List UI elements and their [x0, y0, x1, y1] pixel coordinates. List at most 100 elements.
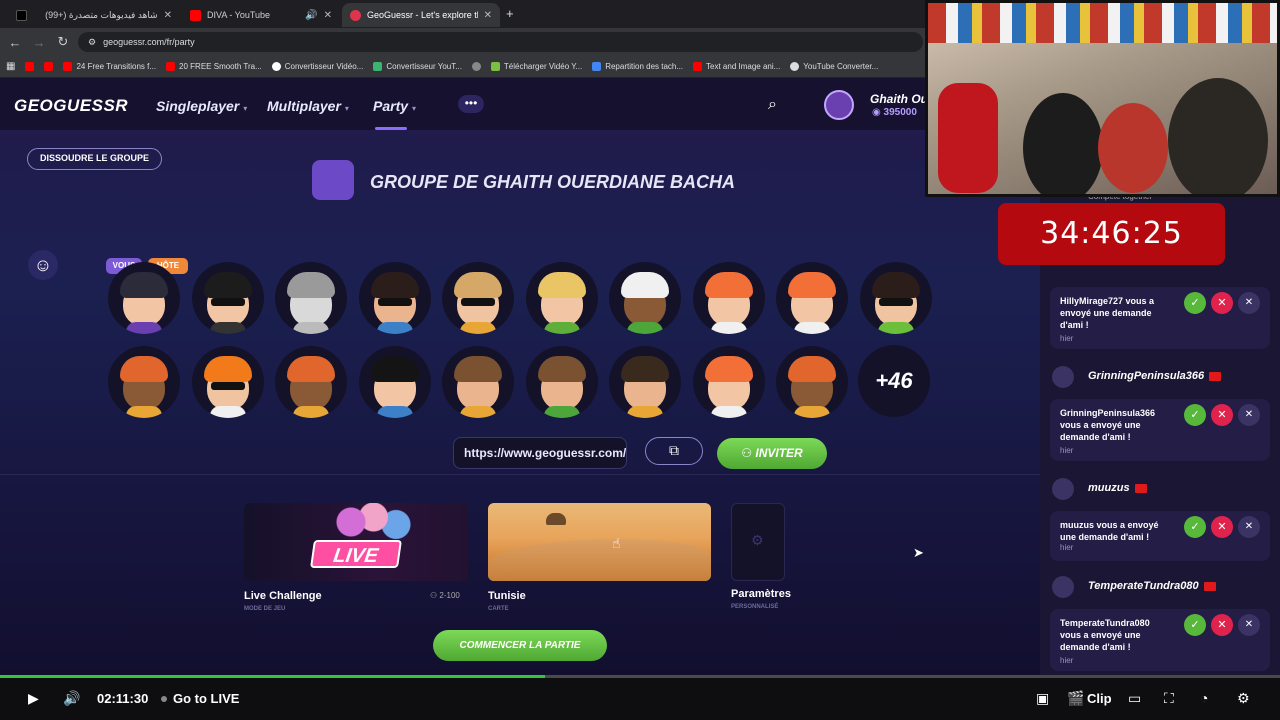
settings-gear-icon[interactable]: ⚙: [1237, 690, 1250, 707]
member-avatar[interactable]: [275, 346, 347, 418]
member-avatar[interactable]: [609, 346, 681, 418]
browser-tab-bar: شاهد فيديوهات متصدرة (+99) ✕ DIVA - YouT…: [0, 0, 925, 28]
avatar-shirt: [209, 406, 246, 418]
member-avatar[interactable]: [609, 262, 681, 334]
url-input[interactable]: ⚙ geoguessr.com/fr/party: [78, 32, 923, 52]
bookmark-label: 24 Free Transitions f...: [76, 62, 157, 71]
volume-icon[interactable]: 🔊: [63, 690, 80, 707]
username[interactable]: Ghaith Ou: [870, 92, 928, 106]
avatar[interactable]: [824, 90, 854, 120]
invite-button[interactable]: ⚇ INVITER: [717, 438, 827, 469]
geoguessr-logo[interactable]: GEOGUESSR: [14, 96, 128, 116]
settings-card[interactable]: ⚙: [731, 503, 785, 581]
bookmark-1[interactable]: [44, 62, 54, 71]
member-avatar[interactable]: [525, 346, 598, 418]
close-icon[interactable]: ✕: [1238, 292, 1260, 314]
bookmark-6[interactable]: [471, 62, 481, 71]
bookmark-8[interactable]: Repartition des tach...: [592, 62, 683, 71]
close-icon[interactable]: ✕: [1238, 404, 1260, 426]
close-icon[interactable]: ✕: [324, 10, 332, 21]
bookmark-7[interactable]: Télécharger Vidéo Y...: [490, 62, 583, 71]
close-icon[interactable]: ✕: [484, 10, 492, 21]
theater-mode-icon[interactable]: ▭: [1128, 690, 1141, 707]
clip-icon[interactable]: 🎬: [1067, 690, 1084, 707]
clip-button[interactable]: Clip: [1087, 691, 1112, 706]
bookmark-4[interactable]: Convertisseur Vidéo...: [271, 62, 363, 71]
member-avatar[interactable]: [275, 262, 347, 334]
bookmark-5[interactable]: Convertisseur YouT...: [373, 62, 462, 71]
start-game-button[interactable]: COMMENCER LA PARTIE: [433, 630, 607, 661]
map-card[interactable]: [488, 503, 711, 581]
play-icon[interactable]: ▶: [28, 690, 39, 707]
more-members-count[interactable]: +46: [858, 345, 930, 417]
member-avatar[interactable]: [358, 262, 431, 334]
go-to-live-button[interactable]: Go to LIVE: [173, 691, 239, 706]
member-avatar[interactable]: [358, 346, 431, 418]
member-avatar[interactable]: [692, 346, 765, 418]
avatar[interactable]: [1052, 366, 1074, 388]
member-avatar[interactable]: [442, 262, 514, 334]
browser-tab-1[interactable]: DIVA - YouTube 🔊 ✕: [182, 3, 340, 27]
avatar-hair: [203, 356, 252, 382]
speed-icon[interactable]: ◔: [1200, 690, 1208, 706]
reload-icon[interactable]: ↻: [51, 34, 75, 50]
member-avatar[interactable]: [108, 262, 180, 334]
close-icon[interactable]: ✕: [1238, 614, 1260, 636]
menu-singleplayer[interactable]: Singleplayer ▾: [156, 98, 247, 114]
bookmark-10[interactable]: YouTube Converter...: [790, 62, 878, 71]
member-avatar[interactable]: [442, 346, 514, 418]
browser-tab-2[interactable]: GeoGuessr - Let's explore the w ✕: [342, 3, 500, 27]
accept-icon[interactable]: ✓: [1184, 516, 1206, 538]
member-avatar[interactable]: [191, 346, 264, 418]
decline-icon[interactable]: ✕: [1211, 614, 1233, 636]
browser-tab-0[interactable]: شاهد فيديوهات متصدرة (+99) ✕: [8, 3, 180, 27]
more-menu-button[interactable]: •••: [458, 95, 484, 113]
camel-silhouette: [546, 513, 566, 525]
search-icon[interactable]: ⌕: [768, 96, 777, 114]
fullscreen-icon[interactable]: ⛶: [1164, 690, 1174, 707]
avatar[interactable]: [1052, 478, 1074, 500]
menu-party[interactable]: Party ▾: [373, 98, 416, 114]
bookmark-3[interactable]: 20 FREE Smooth Tra...: [166, 62, 262, 71]
bookmark-label: Télécharger Vidéo Y...: [503, 62, 583, 71]
member-avatar[interactable]: [692, 262, 765, 334]
avatar-shirt: [293, 322, 329, 334]
webcam-overlay: [925, 0, 1280, 197]
member-avatar[interactable]: [191, 262, 264, 334]
menu-multiplayer[interactable]: Multiplayer ▾: [267, 98, 349, 114]
close-icon[interactable]: ✕: [1238, 516, 1260, 538]
member-avatar[interactable]: [525, 262, 598, 334]
players-icon: ⚇: [430, 591, 440, 600]
member-avatar[interactable]: [776, 262, 848, 334]
invite-link-field[interactable]: https://www.geoguessr.com/fr/party/: [453, 437, 627, 469]
copy-link-button[interactable]: ⧉: [645, 437, 703, 465]
friend-username[interactable]: GrinningPeninsula366: [1088, 370, 1222, 382]
member-avatar[interactable]: [859, 262, 932, 334]
decline-icon[interactable]: ✕: [1211, 404, 1233, 426]
close-icon[interactable]: ✕: [164, 10, 172, 21]
forward-icon[interactable]: →: [27, 35, 51, 50]
decline-icon[interactable]: ✕: [1211, 516, 1233, 538]
speaker-icon[interactable]: 🔊: [305, 10, 317, 21]
bookmark-0[interactable]: [25, 62, 35, 71]
miniplayer-icon[interactable]: ▣: [1036, 690, 1049, 707]
emoji-icon[interactable]: ☺: [28, 250, 58, 280]
youtube-icon: [166, 62, 176, 71]
new-tab-icon[interactable]: +: [506, 6, 514, 21]
accept-icon[interactable]: ✓: [1184, 404, 1206, 426]
member-avatar[interactable]: [108, 346, 180, 418]
back-icon[interactable]: ←: [3, 35, 27, 50]
accept-icon[interactable]: ✓: [1184, 292, 1206, 314]
accept-icon[interactable]: ✓: [1184, 614, 1206, 636]
tab-label: DIVA - YouTube: [207, 10, 271, 20]
friend-username[interactable]: TemperateTundra080: [1088, 580, 1216, 592]
member-avatar[interactable]: [776, 346, 848, 418]
site-info-icon[interactable]: ⚙: [88, 37, 96, 48]
friend-username[interactable]: muuzus: [1088, 482, 1147, 494]
decline-icon[interactable]: ✕: [1211, 292, 1233, 314]
bookmark-2[interactable]: 24 Free Transitions f...: [63, 62, 156, 71]
apps-icon[interactable]: ▦: [6, 61, 15, 72]
bookmark-9[interactable]: Text and Image ani...: [693, 62, 780, 71]
avatar[interactable]: [1052, 576, 1074, 598]
dissolve-group-button[interactable]: DISSOUDRE LE GROUPE: [27, 148, 162, 170]
